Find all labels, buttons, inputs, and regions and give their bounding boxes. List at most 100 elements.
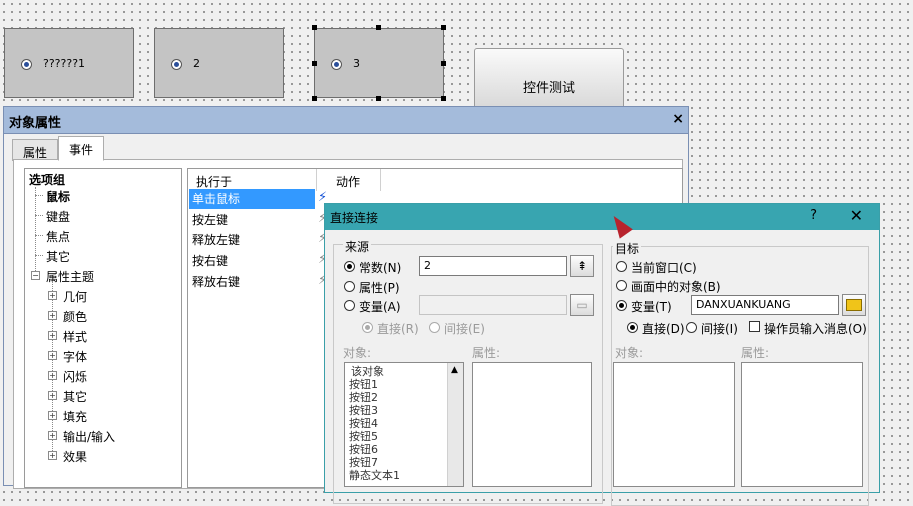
list-item[interactable]: 静态文本1: [349, 470, 400, 481]
properties-titlebar[interactable]: 对象属性 ×: [4, 107, 688, 134]
resize-handle[interactable]: [312, 61, 317, 66]
constant-label[interactable]: 常数(N): [359, 259, 401, 276]
list-item[interactable]: 该对象: [351, 366, 384, 377]
tree-item-effects[interactable]: 效果: [63, 448, 87, 465]
radio-indirect-target[interactable]: [686, 322, 697, 333]
source-object-list[interactable]: 该对象 按钮1 按钮2 按钮3 按钮4 按钮5 按钮6 按钮7 静态文本1 ▲: [344, 362, 464, 487]
tree-item-geometry[interactable]: 几何: [63, 288, 87, 305]
radio-icon: [171, 59, 182, 70]
tree-item-keyboard[interactable]: 键盘: [46, 208, 70, 225]
attribute-label-target: 属性:: [741, 346, 770, 360]
event-label: 释放右键: [192, 275, 241, 289]
radio-box-2[interactable]: 2: [154, 28, 284, 98]
radio-variable-source[interactable]: [344, 300, 355, 311]
radio-icon: [331, 59, 342, 70]
tree-item-mouse[interactable]: 鼠标: [46, 188, 70, 205]
expand-icon[interactable]: +: [48, 431, 57, 440]
close-icon[interactable]: ✕: [850, 206, 863, 225]
tab-events[interactable]: 事件: [58, 136, 105, 161]
tree-item-color[interactable]: 颜色: [63, 308, 87, 325]
variable-source-label[interactable]: 变量(A): [359, 298, 401, 315]
event-row-right-press[interactable]: 按右键: [189, 251, 315, 271]
list-item[interactable]: 按钮4: [349, 418, 378, 429]
list-item[interactable]: 按钮2: [349, 392, 378, 403]
constant-input[interactable]: 2: [419, 256, 567, 276]
tree-item-fill[interactable]: 填充: [63, 408, 87, 425]
dialog-titlebar[interactable]: 直接连接 ? ✕: [325, 204, 879, 230]
expand-icon[interactable]: +: [48, 351, 57, 360]
radio-box-label: 3: [353, 57, 360, 70]
variable-target-browse-button[interactable]: [842, 294, 866, 316]
expand-icon[interactable]: +: [48, 411, 57, 420]
source-attribute-list[interactable]: [472, 362, 592, 487]
current-window-label[interactable]: 当前窗口(C): [631, 259, 697, 276]
tree-item-flash[interactable]: 闪烁: [63, 368, 87, 385]
list-item[interactable]: 按钮5: [349, 431, 378, 442]
event-label: 按左键: [192, 213, 229, 227]
resize-handle[interactable]: [441, 96, 446, 101]
object-label-source: 对象:: [343, 346, 372, 360]
help-icon[interactable]: ?: [810, 208, 817, 223]
property-label[interactable]: 属性(P): [359, 279, 400, 296]
collapse-icon[interactable]: −: [31, 271, 40, 280]
col-header-action[interactable]: 动作: [336, 173, 360, 190]
event-row-right-release[interactable]: 释放右键: [189, 272, 315, 292]
tab-properties-label: 属性: [23, 146, 48, 160]
control-test-button[interactable]: 控件测试: [474, 48, 624, 110]
tree-item-other[interactable]: 其它: [46, 248, 70, 265]
radio-property[interactable]: [344, 281, 355, 292]
expand-icon[interactable]: +: [48, 451, 57, 460]
tree-item-style[interactable]: 样式: [63, 328, 87, 345]
radio-box-1[interactable]: ??????1: [4, 28, 134, 98]
tree-root-options[interactable]: 选项组: [29, 171, 65, 188]
variable-source-input: [419, 295, 567, 315]
scrollbar[interactable]: ▲: [447, 363, 463, 486]
expand-icon[interactable]: +: [48, 311, 57, 320]
expand-icon[interactable]: +: [48, 291, 57, 300]
radio-current-window[interactable]: [616, 261, 627, 272]
list-item[interactable]: 按钮6: [349, 444, 378, 455]
event-row-left-press[interactable]: 按左键: [189, 210, 315, 230]
list-item[interactable]: 按钮3: [349, 405, 378, 416]
resize-handle[interactable]: [312, 96, 317, 101]
expand-icon[interactable]: +: [48, 331, 57, 340]
radio-box-3-selected[interactable]: 3: [314, 28, 444, 98]
target-attribute-list[interactable]: [741, 362, 863, 487]
tree-item-io[interactable]: 输出/输入: [63, 428, 115, 445]
radio-variable-target[interactable]: [616, 300, 627, 311]
variable-target-label[interactable]: 变量(T): [631, 298, 672, 315]
resize-handle[interactable]: [376, 96, 381, 101]
radio-constant[interactable]: [344, 261, 355, 272]
tree-item-font[interactable]: 字体: [63, 348, 87, 365]
resize-handle[interactable]: [376, 25, 381, 30]
close-icon[interactable]: ×: [672, 111, 684, 127]
resize-handle[interactable]: [312, 25, 317, 30]
resize-handle[interactable]: [441, 61, 446, 66]
list-item[interactable]: 按钮1: [349, 379, 378, 390]
direct-connection-dialog: 直接连接 ? ✕ 来源 常数(N) 2 ⇞ 属性(P) 变量(A) ▭ 直接(R…: [324, 203, 880, 506]
object-in-screen-label[interactable]: 画面中的对象(B): [631, 278, 721, 295]
resize-handle[interactable]: [441, 25, 446, 30]
event-row-left-release[interactable]: 释放左键: [189, 230, 315, 250]
chevron-up-icon[interactable]: ▲: [451, 365, 458, 375]
col-header-exec[interactable]: 执行于: [196, 173, 232, 190]
tab-properties[interactable]: 属性: [12, 139, 59, 161]
target-object-list[interactable]: [613, 362, 735, 487]
tree-item-focus[interactable]: 焦点: [46, 228, 70, 245]
tree-item-property-theme[interactable]: 属性主题: [46, 268, 94, 285]
operator-message-checkbox[interactable]: [749, 321, 760, 332]
control-test-label: 控件测试: [522, 81, 575, 96]
tree-item-other-theme[interactable]: 其它: [63, 388, 87, 405]
expand-icon[interactable]: +: [48, 371, 57, 380]
radio-direct-target[interactable]: [627, 322, 638, 333]
expand-icon[interactable]: +: [48, 391, 57, 400]
indirect-target-label[interactable]: 间接(I): [701, 320, 738, 337]
radio-object-in-screen[interactable]: [616, 280, 627, 291]
direct-target-label[interactable]: 直接(D): [642, 320, 685, 337]
event-row-click[interactable]: 单击鼠标: [189, 189, 315, 209]
list-item[interactable]: 按钮7: [349, 457, 378, 468]
constant-picker-button[interactable]: ⇞: [570, 255, 594, 277]
variable-target-input[interactable]: DANXUANKUANG: [691, 295, 839, 315]
operator-message-label[interactable]: 操作员输入消息(O): [764, 320, 867, 337]
variable-target-value: DANXUANKUANG: [696, 298, 791, 311]
